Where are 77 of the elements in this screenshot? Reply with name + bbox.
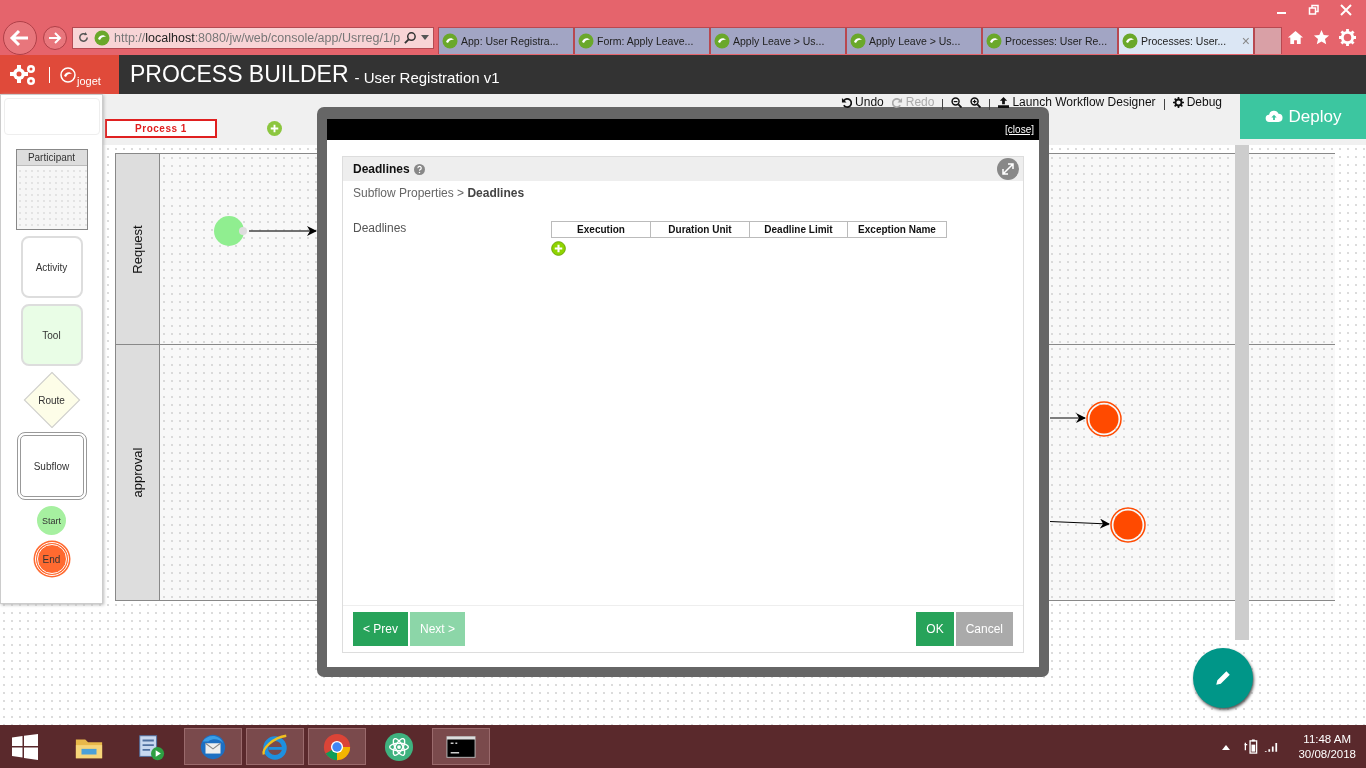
undo-icon	[841, 97, 853, 108]
ie-app-button[interactable]	[246, 728, 304, 765]
column-header: Exception Name	[847, 221, 947, 238]
site-logo-icon	[442, 33, 458, 49]
participant-tool[interactable]: Participant	[15, 149, 88, 230]
tool-tool[interactable]: Tool	[20, 304, 83, 366]
search-icon[interactable]	[404, 31, 417, 44]
column-header: Execution	[551, 221, 651, 238]
scrollbar[interactable]	[1235, 145, 1249, 640]
close-link[interactable]: [close]	[1005, 124, 1034, 135]
close-icon[interactable]	[1340, 4, 1352, 16]
browser-tab[interactable]: Apply Leave > Us...	[846, 27, 982, 54]
process-tab[interactable]: Process 1	[105, 119, 217, 138]
field-label: Deadlines	[353, 221, 408, 237]
start-event[interactable]	[214, 216, 247, 246]
lane-header[interactable]: Request	[115, 154, 160, 344]
route-tool[interactable]: Route	[23, 372, 80, 428]
site-logo-icon	[578, 33, 594, 49]
column-header: Deadline Limit	[749, 221, 848, 238]
column-header: Duration Unit	[650, 221, 750, 238]
site-logo-icon	[986, 33, 1002, 49]
end-event[interactable]	[1110, 507, 1146, 543]
magnifier-icon	[951, 97, 963, 108]
app-subtitle: - User Registration v1	[354, 69, 500, 86]
settings-icon[interactable]	[1339, 29, 1356, 46]
star-icon[interactable]	[1313, 29, 1330, 46]
expand-icon[interactable]	[997, 158, 1019, 180]
debug-button[interactable]: Debug	[1168, 96, 1226, 109]
browser-icon	[322, 731, 352, 762]
site-logo-icon	[1122, 33, 1138, 49]
atom-icon	[384, 731, 414, 762]
connector-arrow[interactable]	[1049, 518, 1110, 529]
cloud-upload-icon	[1264, 110, 1283, 123]
breadcrumb: Subflow Properties > Deadlines	[352, 185, 526, 200]
activity-tool[interactable]: Activity	[20, 236, 83, 298]
back-icon[interactable]	[2, 19, 38, 56]
connector-arrow[interactable]	[248, 226, 317, 236]
launch-button[interactable]: Launch Workflow Designer	[994, 96, 1160, 109]
edit-button[interactable]	[1193, 648, 1253, 708]
start-button[interactable]	[12, 733, 38, 760]
gear-icon	[1172, 97, 1184, 108]
logo-text: joget	[77, 74, 101, 87]
site-logo-icon	[94, 29, 110, 46]
forward-icon[interactable]	[42, 24, 68, 51]
home-icon[interactable]	[1287, 29, 1304, 46]
subflow-tool[interactable]: Subflow	[16, 432, 87, 500]
help-icon[interactable]	[413, 163, 425, 175]
refresh-icon[interactable]	[77, 31, 90, 44]
connector-arrow[interactable]	[1049, 413, 1086, 423]
undo-button[interactable]: Undo	[837, 96, 888, 109]
chrome-app-button[interactable]	[308, 728, 366, 765]
gears-icon[interactable]	[9, 62, 37, 87]
tray-arrow-icon[interactable]	[1222, 743, 1231, 750]
logo-icon	[60, 66, 76, 83]
app-title: PROCESS BUILDER	[130, 61, 349, 88]
battery-icon[interactable]	[1244, 739, 1259, 754]
panel-title: Deadlines	[353, 162, 410, 176]
end-tool[interactable]: End	[34, 542, 69, 576]
redo-icon	[891, 97, 903, 108]
dropdown-caret-icon[interactable]	[421, 35, 429, 40]
clock[interactable]: 11:48 AM 30/08/2018	[1298, 731, 1356, 762]
mail-app-button[interactable]	[184, 728, 242, 765]
magnifier-icon	[970, 97, 982, 108]
upload-icon	[998, 97, 1010, 108]
browser-tab[interactable]: Processes: User Re...	[982, 27, 1118, 54]
start-tool[interactable]: Start	[37, 506, 66, 535]
lane-header[interactable]: approval	[115, 345, 160, 600]
browser-tab[interactable]: Apply Leave > Us...	[710, 27, 846, 54]
pencil-icon	[1214, 669, 1232, 687]
browser-tab[interactable]: Form: Apply Leave...	[574, 27, 710, 54]
cmd-app-button[interactable]	[432, 728, 490, 765]
browser-tab[interactable]: App: User Registra...	[438, 27, 574, 54]
address-bar[interactable]: http://localhost:8080/jw/web/console/app/Usrreg/1/p	[72, 26, 434, 49]
site-logo-icon	[850, 33, 866, 49]
restore-icon[interactable]	[1308, 4, 1320, 16]
browser-tab[interactable]: Processes: User... ×	[1118, 27, 1254, 54]
site-logo-icon	[714, 33, 730, 49]
